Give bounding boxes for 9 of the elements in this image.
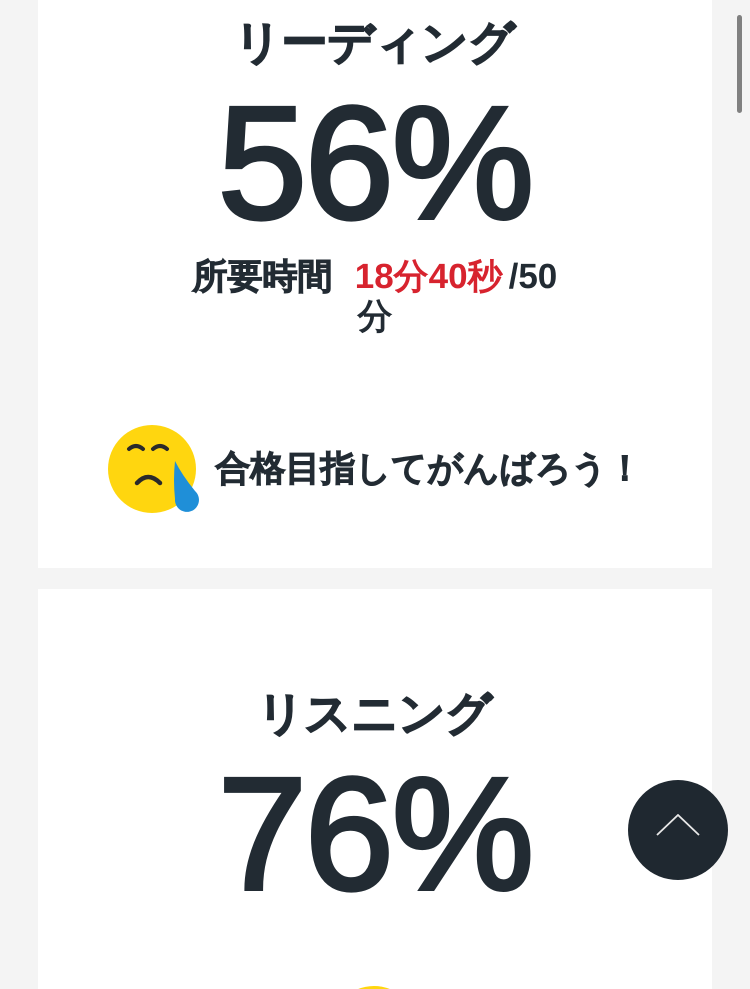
encouragement-message: 合格目指してがんばろう！ xyxy=(216,448,642,490)
chevron-up-icon xyxy=(656,814,700,836)
section-title: リーディング xyxy=(234,15,516,70)
time-usage: 所要時間 18分40秒 /50分 xyxy=(191,257,558,337)
crying-face-icon xyxy=(108,425,198,513)
scrollbar-thumb[interactable] xyxy=(737,15,742,113)
score-percentage: 76% xyxy=(218,754,532,914)
score-percentage: 56% xyxy=(218,83,532,243)
section-title: リスニング xyxy=(258,686,492,741)
